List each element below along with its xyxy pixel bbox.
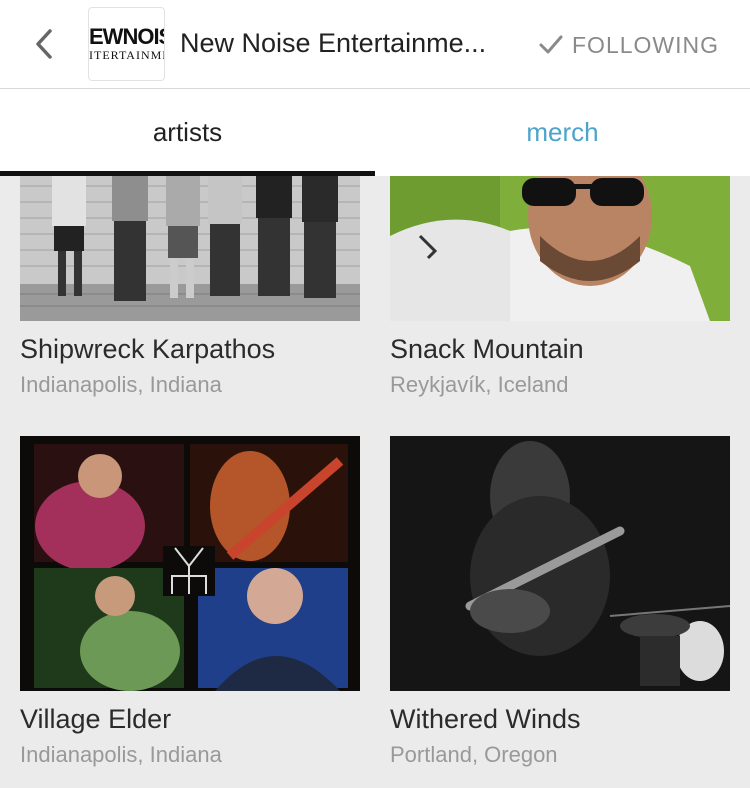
artist-name: Shipwreck Karpathos [20, 334, 276, 364]
artist-photo [390, 436, 730, 691]
following-label: FOLLOWING [572, 31, 720, 58]
tab-bar: artists merch [0, 89, 750, 176]
artist-location: Reykjavík, Iceland [390, 372, 569, 397]
artist-grid: Shipwreck Karpathos Indianapolis, Indian… [0, 176, 750, 788]
back-button[interactable] [26, 22, 62, 66]
artist-location: Indianapolis, Indiana [20, 742, 222, 767]
following-button[interactable]: FOLLOWING [538, 28, 719, 62]
app-header: EWNOIS ITERTAINMEN New Noise Entertainme… [0, 0, 750, 89]
artist-photo [20, 436, 360, 691]
tab-artists[interactable]: artists [0, 89, 375, 176]
tab-merch-label: merch [526, 117, 599, 147]
artist-card[interactable]: Shipwreck Karpathos Indianapolis, Indian… [20, 176, 360, 406]
page-title: New Noise Entertainme... [180, 28, 487, 58]
chevron-left-icon [36, 29, 52, 59]
artist-card[interactable]: Withered Winds Portland, Oregon [390, 436, 730, 776]
artist-photo [390, 176, 730, 321]
artist-photo [20, 176, 360, 321]
logo-text-bottom: ITERTAINMEN [89, 48, 164, 62]
checkmark-icon [539, 35, 563, 54]
tab-merch[interactable]: merch [375, 89, 750, 176]
label-logo[interactable]: EWNOIS ITERTAINMEN [88, 7, 165, 81]
artist-location: Portland, Oregon [390, 742, 558, 767]
logo-text-top: EWNOIS [89, 24, 165, 49]
tab-artists-label: artists [152, 117, 223, 147]
artist-name: Snack Mountain [390, 334, 584, 364]
artist-name: Withered Winds [390, 704, 581, 734]
artist-name: Village Elder [20, 704, 172, 734]
artist-location: Indianapolis, Indiana [20, 372, 222, 397]
artist-card[interactable]: Village Elder Indianapolis, Indiana [20, 436, 360, 776]
artist-card[interactable]: Snack Mountain Reykjavík, Iceland [390, 176, 730, 406]
